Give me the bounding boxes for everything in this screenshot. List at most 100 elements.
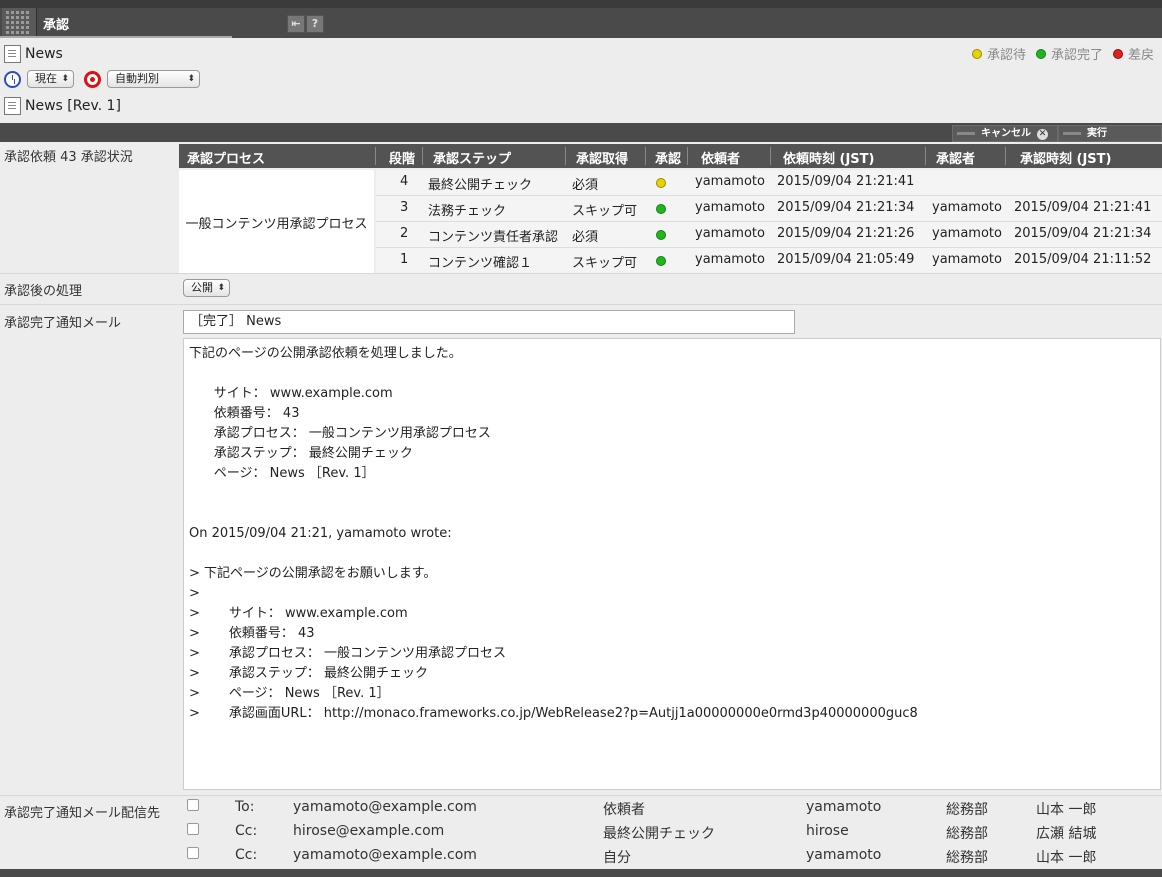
col-step: 承認ステップ — [433, 152, 512, 167]
status-label: 承認依頼 43 承認状況 — [4, 150, 133, 165]
returned-dot-icon — [1112, 48, 1123, 59]
cell-requester: yamamoto — [695, 174, 765, 189]
recipient-dept: 総務部 — [946, 850, 988, 866]
mail-body-line: 依頼番号： 43 — [189, 406, 300, 421]
mail-body-line: > 承認ステップ： 最終公開チェック — [189, 666, 428, 681]
recipient-name: 山本 一郎 — [1036, 802, 1097, 818]
recipient-user: hirose — [806, 823, 849, 839]
back-icon[interactable]: ⇤ — [287, 15, 305, 33]
col-requested-at: 依頼時刻 (JST) — [783, 152, 875, 167]
mail-body-line: > 依頼番号： 43 — [189, 626, 315, 641]
mode-select[interactable]: 自動判別 — [107, 70, 200, 88]
mail-body-line: > 承認画面URL： http://monaco.frameworks.co.j… — [189, 706, 918, 721]
action-bar: キャンセル ✕ 実行 — [0, 123, 1162, 142]
cell-approver: yamamoto — [932, 200, 1002, 215]
approval-status-dot-icon — [656, 256, 666, 266]
recipient-row: Cc: hirose@example.com 最終公開チェック hirose 総務部 広瀬… — [180, 820, 1162, 844]
col-approver: 承認者 — [936, 152, 976, 167]
execute-label: 実行 — [1087, 128, 1107, 139]
status-legend: 承認待 承認完了 差戻 — [962, 44, 1154, 63]
legend-returned: 差戻 — [1127, 48, 1154, 63]
table-header: 承認プロセス 段階 承認ステップ 承認取得 承認 依頼者 依頼時刻 (JST) … — [179, 144, 1162, 168]
recipient-email: yamamoto@example.com — [293, 847, 477, 863]
cell-approved-at: 2015/09/04 21:21:34 — [1014, 226, 1152, 241]
cell-approved-at: 2015/09/04 21:11:52 — [1014, 252, 1152, 267]
mail-body-line: 承認ステップ： 最終公開チェック — [189, 446, 413, 461]
cell-approved-at: 2015/09/04 21:21:41 — [1014, 200, 1152, 215]
approval-status-table: 承認プロセス 段階 承認ステップ 承認取得 承認 依頼者 依頼時刻 (JST) … — [179, 144, 1162, 274]
cell-requested-at: 2015/09/04 21:21:41 — [777, 174, 915, 189]
app-menu-icon[interactable] — [2, 8, 37, 36]
legend-waiting: 承認待 — [986, 48, 1026, 63]
recipient-user: yamamoto — [806, 847, 882, 863]
mail-body-line: ページ： News ［Rev. 1］ — [189, 466, 375, 481]
recipient-checkbox[interactable] — [187, 823, 199, 835]
cell-acquire: 必須 — [572, 178, 599, 193]
recipient-email: hirose@example.com — [293, 823, 445, 839]
table-row: 4 最終公開チェック 必須 yamamoto 2015/09/04 21:21:41 — [376, 170, 1162, 196]
approval-status-dot-icon — [656, 230, 666, 240]
recipient-user: yamamoto — [806, 799, 882, 815]
after-select[interactable]: 公開 — [183, 279, 230, 297]
window-title: 承認 — [43, 18, 70, 33]
recipient-name: 広瀬 結城 — [1036, 826, 1097, 842]
recipient-role: 自分 — [603, 850, 631, 866]
recipient-kind: Cc: — [235, 847, 258, 863]
cell-step: コンテンツ責任者承認 — [428, 230, 559, 245]
cell-requested-at: 2015/09/04 21:05:49 — [777, 252, 915, 267]
cell-approver: yamamoto — [932, 226, 1002, 241]
cell-step: 最終公開チェック — [428, 178, 533, 193]
mail-body-line: サイト： www.example.com — [189, 386, 393, 401]
document-title-row: News — [4, 45, 63, 63]
mail-subject-input[interactable]: ［完了］ News — [183, 310, 795, 334]
col-stage: 段階 — [389, 152, 416, 167]
cell-step: 法務チェック — [428, 204, 507, 219]
cancel-label: キャンセル — [981, 128, 1031, 139]
revision-label[interactable]: News [Rev. 1] — [25, 98, 121, 114]
mail-body-textarea[interactable]: 下記のページの公開承認依頼を処理しました。 サイト： www.example.c… — [183, 338, 1161, 790]
cell-requested-at: 2015/09/04 21:21:26 — [777, 226, 915, 241]
document-title[interactable]: News — [25, 46, 63, 62]
cell-acquire: スキップ可 — [572, 256, 638, 271]
title-tools: ⇤? — [287, 15, 325, 33]
recipient-checkbox[interactable] — [187, 799, 199, 811]
col-process: 承認プロセス — [187, 152, 266, 167]
cancel-button[interactable]: キャンセル ✕ — [952, 125, 1058, 142]
mail-body-line: > 承認プロセス： 一般コンテンツ用承認プロセス — [189, 646, 506, 661]
cell-requester: yamamoto — [695, 252, 765, 267]
approval-status-dot-icon — [656, 204, 666, 214]
cell-stage: 2 — [400, 226, 409, 241]
recipient-checkbox[interactable] — [187, 847, 199, 859]
recipient-role: 依頼者 — [603, 802, 645, 818]
cell-requester: yamamoto — [695, 200, 765, 215]
cell-requested-at: 2015/09/04 21:21:34 — [777, 200, 915, 215]
waiting-dot-icon — [971, 48, 982, 59]
target-icon — [84, 70, 101, 88]
cell-approver: yamamoto — [932, 252, 1002, 267]
title-bar: 承認 ⇤? — [0, 0, 1162, 38]
table-row: 3 法務チェック スキップ可 yamamoto 2015/09/04 21:21:34 y… — [376, 196, 1162, 222]
cell-stage: 3 — [400, 200, 409, 215]
mail-body-line: > — [189, 586, 200, 601]
cell-acquire: 必須 — [572, 230, 599, 245]
cell-stage: 1 — [400, 252, 409, 267]
mail-body-line: > サイト： www.example.com — [189, 606, 408, 621]
help-icon[interactable]: ? — [306, 15, 324, 33]
col-approval: 承認 — [655, 152, 682, 167]
recipient-row: To: yamamoto@example.com 依頼者 yamamoto 総務部 山本 … — [180, 796, 1162, 820]
recipient-kind: Cc: — [235, 823, 258, 839]
recipient-email: yamamoto@example.com — [293, 799, 477, 815]
done-dot-icon — [1035, 48, 1046, 59]
time-select[interactable]: 現在 — [27, 70, 74, 88]
process-name: 一般コンテンツ用承認プロセス — [179, 170, 374, 274]
recipient-name: 山本 一郎 — [1036, 850, 1097, 866]
revision-icon — [4, 97, 21, 115]
recipient-dept: 総務部 — [946, 826, 988, 842]
mail-body-line: > 下記ページの公開承認をお願いします。 — [189, 566, 437, 581]
mail-body-line: 承認プロセス： 一般コンテンツ用承認プロセス — [189, 426, 491, 441]
execute-button[interactable]: 実行 — [1058, 125, 1162, 142]
table-row: 2 コンテンツ責任者承認 必須 yamamoto 2015/09/04 21:21:26… — [376, 222, 1162, 248]
cell-requester: yamamoto — [695, 226, 765, 241]
mail-body-line: On 2015/09/04 21:21, yamamoto wrote: — [189, 526, 452, 541]
clock-icon — [4, 70, 21, 88]
